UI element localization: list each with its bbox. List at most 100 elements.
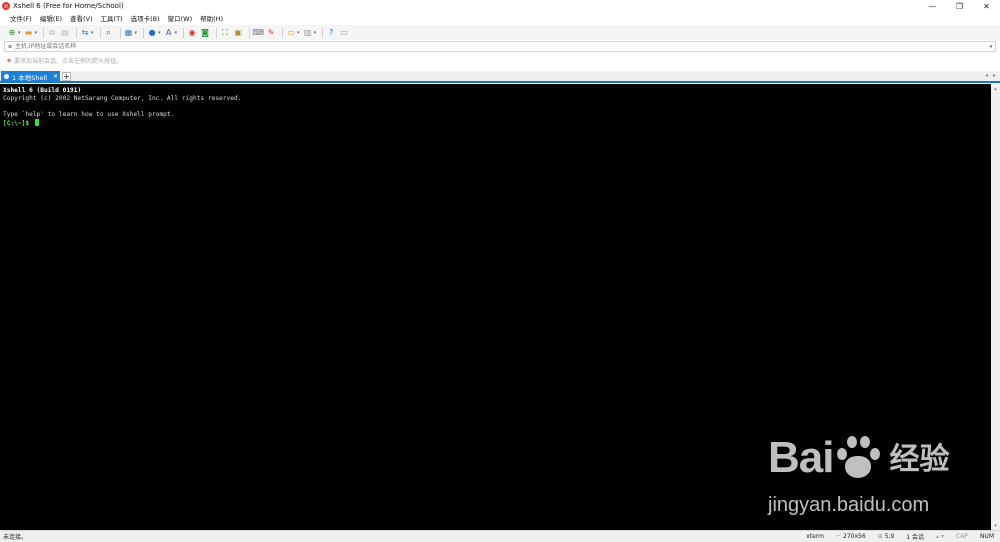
menu-tools[interactable]: 工具(T) <box>97 13 127 23</box>
terminal-line: Xshell 6 (Build 0191) <box>3 87 82 94</box>
minimize-button[interactable]: — <box>919 0 946 12</box>
status-bar: 未连接。 xterm ⌐ 270x56 ⊞ 5,9 1 会话 ▴ ▾ CAP NUM <box>0 530 1000 541</box>
add-tab-button[interactable]: + <box>62 72 71 81</box>
prompt-line: [C:\~]$ <box>3 119 988 127</box>
terminal-size: 270x56 <box>843 533 866 540</box>
menu-bar: 文件(F) 编辑(E) 查看(V) 工具(T) 选项卡(B) 窗口(W) 帮助(… <box>0 12 1000 24</box>
window-controls: — ❐ ✕ <box>919 0 1000 12</box>
chevron-down-icon[interactable]: ▾ <box>35 30 38 36</box>
toolbar-divider <box>216 27 218 38</box>
highlight-icon[interactable]: ✎ <box>266 28 276 38</box>
menu-edit[interactable]: 编辑(E) <box>36 13 66 23</box>
menu-tab[interactable]: 选项卡(B) <box>127 13 164 23</box>
tab-bar: 1 本地Shell ✕ + ◂ ▸ <box>0 71 1000 83</box>
tab-status-icon <box>4 74 9 79</box>
terminal-line: Copyright (c) 2002 NetSarang Computer, I… <box>3 95 242 102</box>
toolbar-divider <box>43 27 45 38</box>
toolbar-divider <box>249 27 251 38</box>
chevron-down-icon[interactable]: ▾ <box>158 30 161 36</box>
chevron-down-icon[interactable]: ▾ <box>135 30 138 36</box>
chevron-down-icon[interactable]: ▾ <box>987 44 995 50</box>
caps-indicator: CAP <box>956 533 968 540</box>
cursor-position-cell: ⊞ 5,9 <box>872 533 901 540</box>
window-title: Xshell 6 (Free for Home/School) <box>13 2 124 10</box>
host-input[interactable] <box>15 42 987 51</box>
font-icon[interactable]: A <box>164 28 174 38</box>
copy-icon[interactable]: ⧉ <box>47 28 57 38</box>
session-nav: ▴ ▾ <box>930 533 950 540</box>
tab-scroll-arrows: ◂ ▸ <box>985 72 996 79</box>
close-button[interactable]: ✕ <box>973 0 1000 12</box>
toolbar-divider <box>282 27 284 38</box>
transfer-icon[interactable]: ⇆ <box>80 28 90 38</box>
menu-window[interactable]: 窗口(W) <box>164 13 197 23</box>
session-hint-text: 要添加当前会话，点击左侧的箭头按钮。 <box>14 58 123 65</box>
toolbar: ⊕ ▾ ▬ ▾ ⧉ ▤ ⇆ ▾ ⌕ ▦ ▾ ● ▾ A ▾ ◉ ◙ ⛶ ▣ ⌨ … <box>0 25 1000 40</box>
session-arrow-icon[interactable]: ◆ <box>4 57 14 64</box>
scroll-up-icon[interactable]: ▴ <box>991 84 1000 93</box>
title-bar: Xshell 6 (Free for Home/School) — ❐ ✕ <box>0 0 1000 12</box>
xftp-icon[interactable]: ◉ <box>187 28 197 38</box>
fullscreen-icon[interactable]: ⛶ <box>220 28 230 38</box>
script-icon[interactable]: ▭ <box>286 28 296 38</box>
num-indicator: NUM <box>979 533 994 540</box>
arrow-down-icon[interactable]: ▾ <box>941 533 944 540</box>
xshell-window: Xshell 6 (Free for Home/School) — ❐ ✕ 文件… <box>0 0 1000 541</box>
cursor-position: 5,9 <box>884 533 895 540</box>
tab-local-shell[interactable]: 1 本地Shell ✕ <box>1 71 60 82</box>
toolbar-divider <box>99 27 101 38</box>
position-icon: ⊞ <box>877 533 883 540</box>
paw-icon <box>835 434 881 480</box>
toolbar-divider <box>183 27 185 38</box>
toolbar-divider <box>322 27 324 38</box>
keyboard-icon[interactable]: ⌨ <box>252 28 264 38</box>
watermark-brand: Bai <box>768 433 834 482</box>
toolbar-divider <box>119 27 121 38</box>
menu-view[interactable]: 查看(V) <box>66 13 97 23</box>
find-icon[interactable]: ⌕ <box>104 28 114 38</box>
terminal-cursor <box>34 119 39 126</box>
paste-icon[interactable]: ▤ <box>60 28 70 38</box>
shell-prompt: [C:\~]$ <box>3 120 33 127</box>
host-icon: ▪ <box>7 43 13 50</box>
lock-icon[interactable]: ▣ <box>233 28 243 38</box>
terminal-line: Type `help' to learn how to use Xshell p… <box>3 111 175 118</box>
globe-icon[interactable]: ● <box>147 28 157 38</box>
terminal-type: xterm <box>806 533 824 540</box>
size-icon: ⌐ <box>836 533 842 540</box>
xshell-app-icon[interactable] <box>2 2 10 10</box>
properties-icon[interactable]: ▦ <box>124 28 134 38</box>
chevron-down-icon[interactable]: ▾ <box>314 30 317 36</box>
baidu-logo: Bai 经验 <box>768 434 949 480</box>
status-right: xterm ⌐ 270x56 ⊞ 5,9 1 会话 ▴ ▾ CAP NUM <box>800 531 1000 542</box>
menu-file[interactable]: 文件(F) <box>6 13 36 23</box>
watermark-url: jingyan.baidu.com <box>768 494 930 516</box>
menu-help[interactable]: 帮助(H) <box>196 13 227 23</box>
help-icon[interactable]: ? <box>326 28 336 38</box>
chevron-down-icon[interactable]: ▾ <box>91 30 94 36</box>
toolbar-divider <box>143 27 145 38</box>
terminal-scrollbar[interactable]: ▴ ▾ <box>991 84 1000 530</box>
restore-button[interactable]: ❐ <box>946 0 973 12</box>
chevron-left-icon[interactable]: ◂ <box>985 72 988 79</box>
terminal-size-cell: ⌐ 270x56 <box>830 533 872 540</box>
watermark-brand-tail: 经验 <box>889 442 950 477</box>
tab-label: 1 本地Shell <box>12 73 48 82</box>
chevron-right-icon[interactable]: ▸ <box>993 72 996 79</box>
baidu-watermark: Bai 经验 jingyan.baidu.com <box>760 428 960 528</box>
session-hint-bar: ◆ 要添加当前会话，点击左侧的箭头按钮。 <box>4 55 996 66</box>
new-session-icon[interactable]: ⊕ <box>7 28 17 38</box>
arrow-up-icon[interactable]: ▴ <box>936 533 939 540</box>
chevron-down-icon[interactable]: ▾ <box>297 30 300 36</box>
xshell-icon[interactable]: ◙ <box>200 28 210 38</box>
address-bar: ▪ ▾ <box>4 41 996 52</box>
open-folder-icon[interactable]: ▬ <box>24 28 34 38</box>
toolbar-divider <box>76 27 78 38</box>
chat-icon[interactable]: ▭ <box>339 28 349 38</box>
chevron-down-icon[interactable]: ▾ <box>175 30 178 36</box>
close-icon[interactable]: ✕ <box>53 73 58 80</box>
layout-icon[interactable]: ▥ <box>303 28 313 38</box>
scroll-down-icon[interactable]: ▾ <box>991 521 1000 530</box>
chevron-down-icon[interactable]: ▾ <box>18 30 21 36</box>
